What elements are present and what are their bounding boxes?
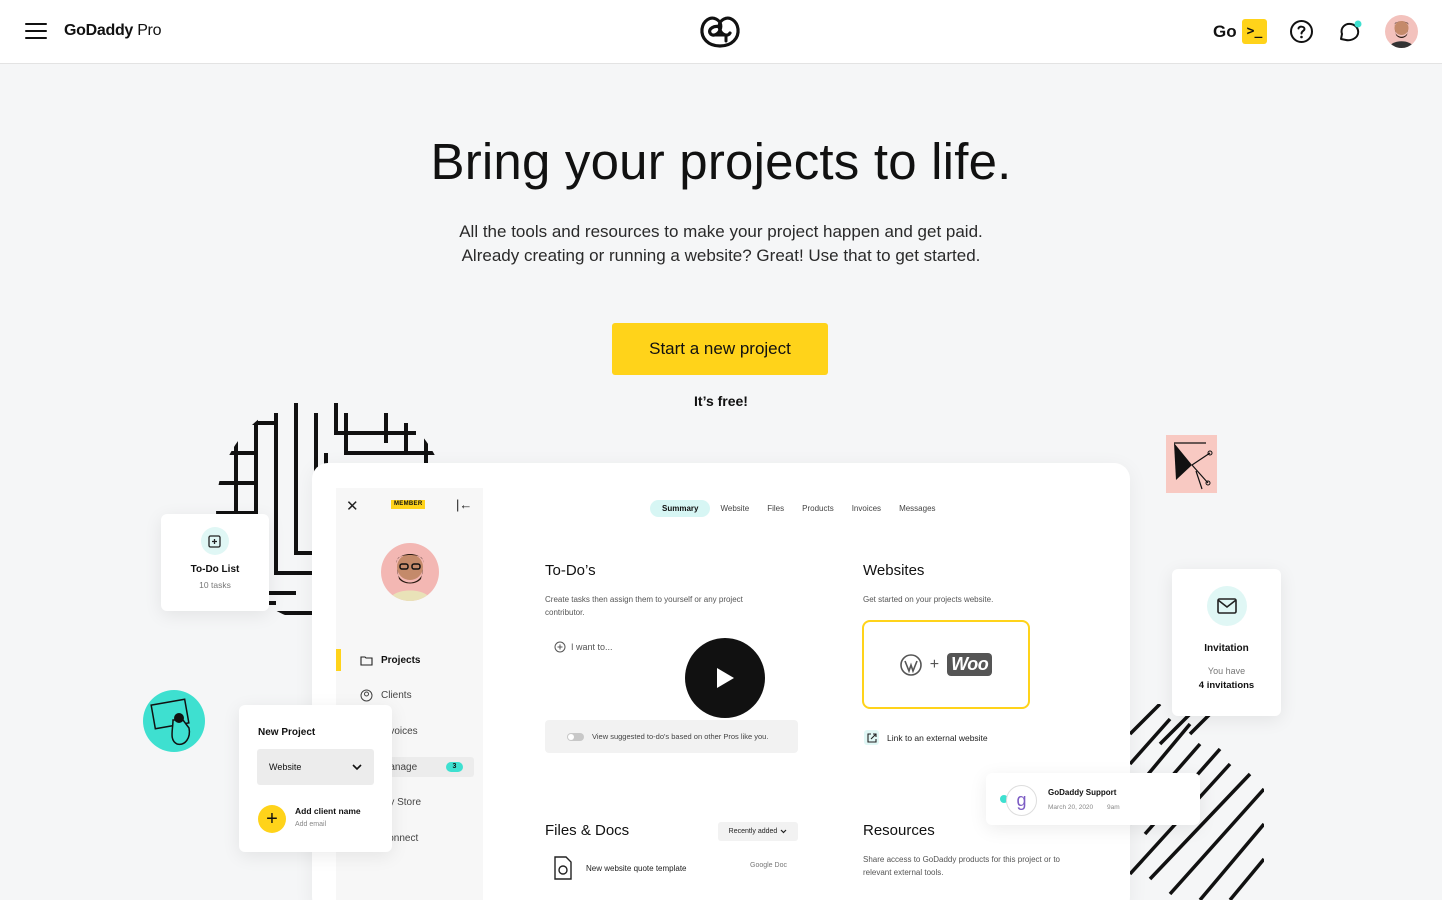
- invitation-title: Invitation: [1204, 643, 1249, 654]
- folder-icon: [360, 656, 373, 666]
- new-project-title: New Project: [258, 727, 316, 738]
- sidebar-item-projects[interactable]: Projects: [360, 654, 420, 667]
- todos-title: To-Do’s: [545, 562, 596, 579]
- add-client-name[interactable]: Add client name: [295, 806, 361, 816]
- dashboard-tabs: Summary Website Files Products Invoices …: [650, 500, 954, 517]
- sidebar-item-label: Projects: [381, 655, 421, 666]
- start-new-project-button[interactable]: Start a new project: [612, 323, 828, 375]
- files-title: Files & Docs: [545, 822, 630, 839]
- suggested-todos-label: View suggested to-do's based on other Pr…: [592, 732, 769, 741]
- user-avatar[interactable]: [1385, 15, 1418, 48]
- tab-summary[interactable]: Summary: [650, 500, 711, 517]
- external-link-icon: [864, 730, 879, 745]
- resources-title: Resources: [863, 822, 935, 839]
- godaddy-logo-icon[interactable]: [698, 13, 742, 51]
- todo-card-title: To-Do List: [190, 564, 240, 575]
- active-indicator: [336, 649, 341, 671]
- user-icon: [360, 689, 373, 702]
- resources-description: Share access to GoDaddy products for thi…: [863, 855, 1060, 877]
- invitation-card[interactable]: Invitation You have 4 invitations: [1172, 569, 1281, 716]
- play-video-button[interactable]: [685, 638, 765, 718]
- go-label: Go: [1213, 22, 1237, 41]
- add-client-button[interactable]: +: [258, 805, 286, 833]
- go-terminal-button[interactable]: >_: [1242, 19, 1267, 44]
- brand-name: GoDaddy: [64, 22, 134, 39]
- tab-website[interactable]: Website: [720, 500, 749, 517]
- websites-title: Websites: [863, 562, 925, 579]
- project-type-value: Website: [269, 762, 302, 772]
- brand-logo[interactable]: GoDaddy Pro: [64, 22, 161, 40]
- tab-files[interactable]: Files: [767, 500, 784, 517]
- member-badge: MEMBER: [391, 500, 426, 509]
- support-name: GoDaddy Support: [1048, 788, 1117, 797]
- new-project-card: New Project Website + Add client name Ad…: [239, 705, 392, 852]
- sidebar-item-label: Clients: [381, 690, 412, 701]
- chevron-down-icon: [780, 829, 787, 834]
- tab-products[interactable]: Products: [802, 500, 834, 517]
- external-website-link[interactable]: Link to an external website: [864, 730, 988, 745]
- sidebar-item-clients[interactable]: Clients: [360, 689, 412, 702]
- chat-icon[interactable]: [1337, 19, 1364, 45]
- tab-invoices[interactable]: Invoices: [852, 500, 881, 517]
- sort-dropdown[interactable]: Recently added: [718, 822, 798, 841]
- brand-suffix: Pro: [137, 22, 162, 39]
- menu-icon[interactable]: [25, 23, 47, 41]
- todo-input[interactable]: I want to...: [554, 641, 613, 653]
- collapse-sidebar-icon[interactable]: |←: [456, 497, 472, 512]
- manage-count-badge: 3: [446, 762, 463, 772]
- todo-card-count: 10 tasks: [199, 580, 231, 590]
- sidebar-avatar: [381, 543, 439, 601]
- tab-messages[interactable]: Messages: [899, 500, 935, 517]
- add-client-email[interactable]: Add email: [295, 821, 326, 828]
- google-doc-icon: [554, 856, 572, 880]
- add-task-icon: [201, 527, 229, 555]
- todos-description: Create tasks then assign them to yoursel…: [545, 595, 743, 617]
- todo-placeholder: I want to...: [571, 642, 613, 652]
- toggle-switch[interactable]: [567, 732, 584, 741]
- hand-illustration: [143, 690, 205, 752]
- sort-value: Recently added: [728, 828, 778, 835]
- invitation-count: 4 invitations: [1198, 680, 1255, 691]
- document-name: New website quote template: [586, 863, 687, 873]
- support-avatar: g: [1006, 785, 1037, 816]
- wordpress-woo-option[interactable]: + Woo: [862, 620, 1030, 709]
- support-message-card[interactable]: g GoDaddy Support March 20, 2020 9am: [986, 773, 1200, 825]
- invitation-sub: You have: [1207, 666, 1246, 676]
- chevron-down-icon: [352, 763, 362, 770]
- play-icon: [717, 668, 734, 688]
- plus-sign: +: [929, 655, 940, 673]
- support-datetime: March 20, 2020 9am: [1048, 804, 1120, 811]
- close-icon[interactable]: ✕: [346, 497, 359, 515]
- woo-logo: Woo: [947, 653, 993, 676]
- todo-list-card[interactable]: To-Do List 10 tasks: [161, 514, 269, 611]
- suggested-todos-toggle-row[interactable]: View suggested to-do's based on other Pr…: [545, 720, 798, 753]
- top-bar: GoDaddy Pro Go >_: [0, 0, 1442, 64]
- hero-subtitle: All the tools and resources to make your…: [0, 220, 1442, 268]
- hero-subtitle-line2: Already creating or running a website? G…: [461, 246, 981, 265]
- document-row[interactable]: New website quote template: [553, 856, 687, 880]
- document-type: Google Doc: [750, 862, 787, 869]
- hero-subtitle-line1: All the tools and resources to make your…: [459, 222, 983, 241]
- wordpress-icon: [899, 653, 922, 676]
- add-circle-icon: [554, 641, 566, 653]
- websites-description: Get started on your projects website.: [863, 595, 994, 604]
- project-type-select[interactable]: Website: [257, 749, 374, 785]
- mail-icon: [1206, 586, 1247, 626]
- sketch-illustration: [1166, 435, 1217, 493]
- help-icon[interactable]: [1289, 19, 1314, 44]
- support-date: March 20, 2020: [1048, 804, 1094, 811]
- hero-title: Bring your projects to life.: [430, 133, 1012, 190]
- support-time: 9am: [1106, 804, 1120, 811]
- external-link-label: Link to an external website: [887, 732, 988, 743]
